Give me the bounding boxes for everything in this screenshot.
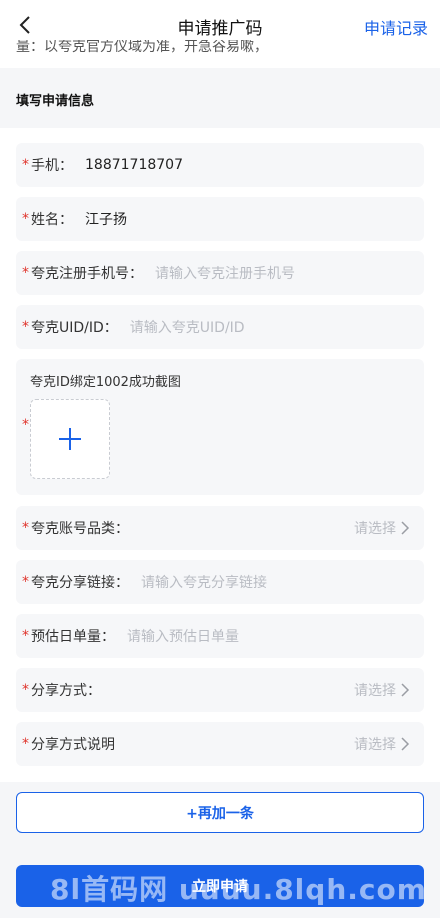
daily-volume-field[interactable]: * 预估日单量： 请输入预估日单量 <box>16 614 424 658</box>
daily-volume-label: 预估日单量： <box>31 629 115 645</box>
section-title: 填写申请信息 <box>16 94 95 109</box>
plus-icon <box>59 428 81 450</box>
add-another-button[interactable]: +再加一条 <box>16 792 424 833</box>
share-link-field[interactable]: * 夸克分享链接： 请输入夸克分享链接 <box>16 560 424 604</box>
notice-text: 量：以夸克官方仪域为准，开急谷易嗽， <box>16 40 268 55</box>
share-method-desc-label: 分享方式说明 <box>31 737 115 753</box>
share-method-desc-field[interactable]: * 分享方式说明 请选择 <box>16 722 424 766</box>
required-mark: * <box>22 736 29 752</box>
phone-label: 手机： <box>31 158 73 174</box>
quark-phone-label: 夸克注册手机号： <box>31 266 143 282</box>
section-header: 填写申请信息 <box>0 68 440 128</box>
share-method-select[interactable]: 请选择 <box>354 680 410 700</box>
required-mark: * <box>22 265 29 281</box>
quark-uid-label: 夸克UID/ID： <box>31 320 118 336</box>
required-mark: * <box>22 211 29 227</box>
quark-phone-field[interactable]: * 夸克注册手机号： 请输入夸克注册手机号 <box>16 251 424 295</box>
name-value[interactable]: 江子扬 <box>85 209 127 229</box>
share-method-field[interactable]: * 分享方式： 请选择 <box>16 668 424 712</box>
select-placeholder: 请选择 <box>354 737 396 753</box>
required-mark: * <box>22 520 29 536</box>
required-mark: * <box>22 574 29 590</box>
quark-uid-input[interactable]: 请输入夸克UID/ID <box>130 317 245 337</box>
quark-uid-field[interactable]: * 夸克UID/ID： 请输入夸克UID/ID <box>16 305 424 349</box>
phone-field: * 手机： 18871718707 <box>16 143 424 187</box>
screenshot-label: 夸克ID绑定1002成功截图 <box>30 375 181 390</box>
notice-strip: 量：以夸克官方仪域为准，开急谷易嗽， <box>0 40 440 68</box>
required-mark: * <box>22 682 29 698</box>
share-method-label: 分享方式： <box>31 683 101 699</box>
share-link-label: 夸克分享链接： <box>31 575 129 591</box>
account-category-label: 夸克账号品类： <box>31 521 129 537</box>
upload-button[interactable] <box>30 399 110 479</box>
quark-phone-input[interactable]: 请输入夸克注册手机号 <box>155 263 295 283</box>
name-field: * 姓名： 江子扬 <box>16 197 424 241</box>
share-method-desc-select[interactable]: 请选择 <box>354 734 410 754</box>
chevron-right-icon <box>401 683 410 697</box>
submit-button[interactable]: 立即申请 <box>16 865 424 907</box>
required-mark: * <box>22 628 29 644</box>
required-mark: * <box>22 157 29 173</box>
select-placeholder: 请选择 <box>354 521 396 537</box>
share-link-input[interactable]: 请输入夸克分享链接 <box>141 572 267 592</box>
chevron-left-icon <box>19 16 30 34</box>
select-placeholder: 请选择 <box>354 683 396 699</box>
required-mark: * <box>22 319 29 335</box>
required-mark: * <box>22 417 29 433</box>
application-records-link[interactable]: 申请记录 <box>364 15 428 39</box>
account-category-field[interactable]: * 夸克账号品类： 请选择 <box>16 506 424 550</box>
back-button[interactable] <box>14 14 36 36</box>
page-title: 申请推广码 <box>177 18 263 39</box>
chevron-right-icon <box>401 521 410 535</box>
chevron-right-icon <box>401 737 410 751</box>
phone-value[interactable]: 18871718707 <box>85 157 183 173</box>
daily-volume-input[interactable]: 请输入预估日单量 <box>127 626 239 646</box>
screenshot-upload-field: 夸克ID绑定1002成功截图 * <box>16 359 424 495</box>
name-label: 姓名： <box>31 212 73 228</box>
account-category-select[interactable]: 请选择 <box>354 518 410 538</box>
